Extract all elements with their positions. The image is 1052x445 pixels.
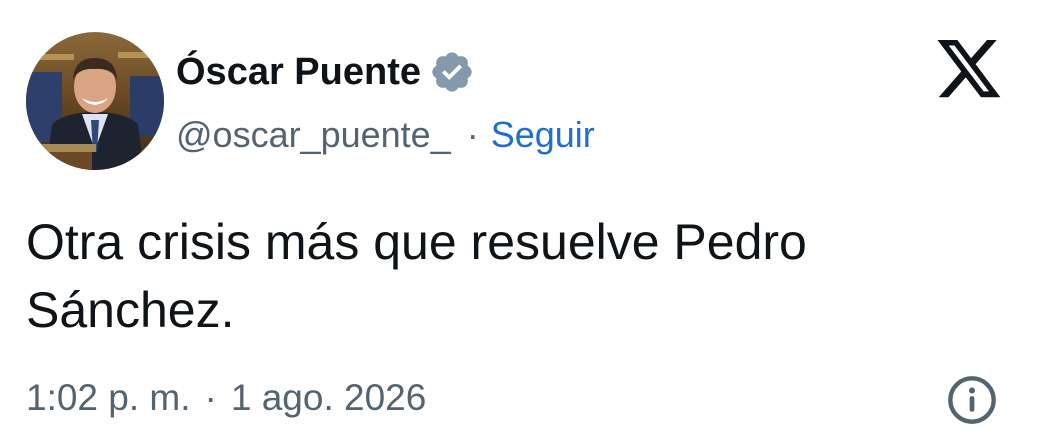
follow-button[interactable]: Seguir — [491, 109, 595, 161]
profile-photo-icon — [26, 32, 164, 170]
avatar[interactable] — [26, 32, 164, 170]
handle-row: @oscar_puente_ · Seguir — [176, 109, 595, 161]
meta-separator: · — [204, 377, 217, 418]
handle-separator: · — [466, 114, 479, 155]
info-icon[interactable] — [946, 374, 998, 426]
handle[interactable]: @oscar_puente_ — [176, 109, 451, 161]
tweet-time[interactable]: 1:02 p. m. — [26, 377, 191, 418]
tweet-date[interactable]: 1 ago. 2026 — [231, 377, 426, 418]
tweet-text: Otra crisis más que resuelve Pedro Sánch… — [26, 214, 807, 338]
verified-badge-icon — [432, 52, 472, 92]
x-logo-icon[interactable] — [936, 40, 1004, 100]
tweet-meta: 1:02 p. m. · 1 ago. 2026 — [26, 372, 426, 424]
tweet-card: Óscar Puente @oscar_puente_ · Seguir Otr… — [0, 0, 1052, 445]
display-name-row[interactable]: Óscar Puente — [176, 46, 475, 98]
display-name[interactable]: Óscar Puente — [176, 46, 421, 98]
